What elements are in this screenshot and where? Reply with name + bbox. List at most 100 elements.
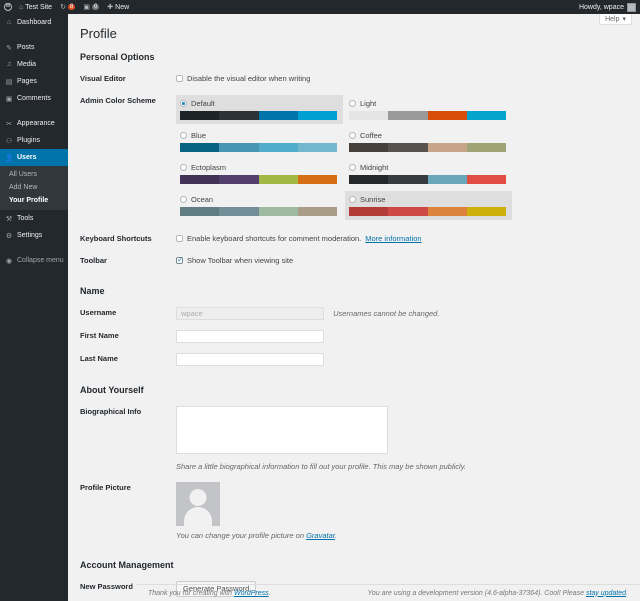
username-label: Username xyxy=(80,302,176,325)
sidebar-subitem-add-new[interactable]: Add New xyxy=(0,181,68,194)
color-scheme-radio-light[interactable] xyxy=(349,100,356,107)
wordpress-link[interactable]: WordPress xyxy=(234,590,269,597)
color-scheme-coffee[interactable]: Coffee xyxy=(345,127,512,156)
color-scheme-name-light: Light xyxy=(360,98,376,109)
dashboard-icon: ⌂ xyxy=(5,19,13,26)
row-last-name: Last Name xyxy=(80,348,628,371)
keyboard-shortcuts-label: Keyboard Shortcuts xyxy=(80,228,176,250)
keyboard-shortcuts-checkbox[interactable] xyxy=(176,235,183,242)
color-scheme-radio-ocean[interactable] xyxy=(180,196,187,203)
last-name-input[interactable] xyxy=(176,353,324,366)
color-scheme-grid: Default Light xyxy=(176,95,628,223)
plugin-icon: ⚇ xyxy=(5,137,13,145)
footer-version-prefix: You are using a development version (4.6… xyxy=(368,590,586,597)
color-scheme-ocean[interactable]: Ocean xyxy=(176,191,343,220)
color-scheme-radio-midnight[interactable] xyxy=(349,164,356,171)
sidebar-item-appearance[interactable]: ✂ Appearance xyxy=(0,115,68,132)
biographical-info-description: Share a little biographical information … xyxy=(176,461,628,472)
color-scheme-palette-midnight xyxy=(349,175,506,184)
username-input xyxy=(176,307,324,320)
sidebar-item-settings[interactable]: ⚙ Settings xyxy=(0,227,68,244)
settings-icon: ⚙ xyxy=(5,232,13,240)
page-title: Profile xyxy=(80,26,628,42)
first-name-input[interactable] xyxy=(176,330,324,343)
biographical-info-textarea[interactable] xyxy=(176,406,388,454)
collapse-menu-label: Collapse menu xyxy=(17,257,64,264)
adminbar-site-name[interactable]: ⌂ Test Site xyxy=(15,0,56,14)
collapse-menu-button[interactable]: ◉ Collapse menu xyxy=(0,252,68,269)
adminbar-my-account[interactable]: Howdy, wpace xyxy=(579,3,640,12)
stay-updated-link[interactable]: stay updated xyxy=(586,590,626,597)
adminbar-comments-count: 0 xyxy=(92,4,99,10)
gravatar-link[interactable]: Gravatar xyxy=(306,531,335,540)
sidebar-submenu-users: All Users Add New Your Profile xyxy=(0,166,68,210)
adminbar-new-content[interactable]: ✚ New xyxy=(103,0,133,14)
color-scheme-sunrise[interactable]: Sunrise xyxy=(345,191,512,220)
about-table: Biographical Info Share a little biograp… xyxy=(80,401,628,546)
help-tab-button[interactable]: Help ▾ xyxy=(599,14,632,25)
brush-icon: ✂ xyxy=(5,120,13,128)
color-scheme-midnight[interactable]: Midnight xyxy=(345,159,512,188)
footer-version: You are using a development version (4.6… xyxy=(368,590,628,597)
visual-editor-checkbox-label: Disable the visual editor when writing xyxy=(187,73,310,84)
sidebar-item-users[interactable]: 👤 Users xyxy=(0,149,68,166)
keyboard-shortcuts-checkbox-row[interactable]: Enable keyboard shortcuts for comment mo… xyxy=(176,233,628,244)
toolbar-label: Toolbar xyxy=(80,250,176,272)
row-first-name: First Name xyxy=(80,325,628,348)
admin-bar: ⌂ Test Site ↻ 8 ▣ 0 ✚ New Howdy, wpace xyxy=(0,0,640,14)
visual-editor-checkbox[interactable] xyxy=(176,75,183,82)
color-scheme-radio-default[interactable] xyxy=(180,100,187,107)
plus-icon: ✚ xyxy=(107,4,113,11)
color-scheme-radio-ectoplasm[interactable] xyxy=(180,164,187,171)
menu-separator xyxy=(0,244,68,252)
profile-picture-label: Profile Picture xyxy=(80,477,176,546)
toolbar-checkbox-row[interactable]: Show Toolbar when viewing site xyxy=(176,255,628,266)
main-content: Help ▾ Profile Personal Options Visual E… xyxy=(68,14,640,601)
sidebar-item-dashboard[interactable]: ⌂ Dashboard xyxy=(0,14,68,31)
color-scheme-radio-coffee[interactable] xyxy=(349,132,356,139)
color-scheme-radio-blue[interactable] xyxy=(180,132,187,139)
keyboard-shortcuts-checkbox-label: Enable keyboard shortcuts for comment mo… xyxy=(187,233,361,244)
profile-picture-description-prefix: You can change your profile picture on xyxy=(176,531,306,540)
tools-icon: ⚒ xyxy=(5,215,13,223)
keyboard-shortcuts-more-info-link[interactable]: More information xyxy=(365,233,421,244)
sidebar-item-label: Media xyxy=(17,61,36,68)
sidebar-item-tools[interactable]: ⚒ Tools xyxy=(0,210,68,227)
sidebar-item-posts[interactable]: ✎ Posts xyxy=(0,39,68,56)
sidebar-item-pages[interactable]: ▤ Pages xyxy=(0,73,68,90)
biographical-info-label: Biographical Info xyxy=(80,401,176,477)
sidebar-item-comments[interactable]: ▣ Comments xyxy=(0,90,68,107)
color-scheme-palette-sunrise xyxy=(349,207,506,216)
row-admin-color-scheme: Admin Color Scheme Default xyxy=(80,90,628,228)
sidebar-item-label: Dashboard xyxy=(17,19,51,26)
sidebar-item-label: Pages xyxy=(17,78,37,85)
color-scheme-blue[interactable]: Blue xyxy=(176,127,343,156)
adminbar-wp-logo[interactable] xyxy=(0,0,15,14)
color-scheme-light[interactable]: Light xyxy=(345,95,512,124)
adminbar-updates[interactable]: ↻ 8 xyxy=(56,0,79,14)
toolbar-checkbox[interactable] xyxy=(176,257,183,264)
row-keyboard-shortcuts: Keyboard Shortcuts Enable keyboard short… xyxy=(80,228,628,250)
profile-picture-description: You can change your profile picture on G… xyxy=(176,530,628,541)
updates-icon: ↻ xyxy=(60,4,66,11)
section-about-yourself: About Yourself xyxy=(80,385,628,395)
chevron-down-icon: ▾ xyxy=(622,15,626,23)
color-scheme-name-coffee: Coffee xyxy=(360,130,382,141)
sidebar-subitem-all-users[interactable]: All Users xyxy=(0,168,68,181)
visual-editor-checkbox-row[interactable]: Disable the visual editor when writing xyxy=(176,73,628,84)
adminbar-comments[interactable]: ▣ 0 xyxy=(79,0,103,14)
sidebar-subitem-your-profile[interactable]: Your Profile xyxy=(0,194,68,207)
sidebar-item-media[interactable]: ♫ Media xyxy=(0,56,68,73)
sidebar-item-plugins[interactable]: ⚇ Plugins xyxy=(0,132,68,149)
color-scheme-name-blue: Blue xyxy=(191,130,206,141)
adminbar-new-label: New xyxy=(115,4,129,11)
admin-color-scheme-label: Admin Color Scheme xyxy=(80,90,176,228)
comment-bubble-icon: ▣ xyxy=(83,4,90,11)
color-scheme-radio-sunrise[interactable] xyxy=(349,196,356,203)
sidebar-item-label: Plugins xyxy=(17,137,40,144)
admin-sidebar-menu: ⌂ Dashboard ✎ Posts ♫ Media ▤ Pages ▣ Co… xyxy=(0,14,68,601)
color-scheme-ectoplasm[interactable]: Ectoplasm xyxy=(176,159,343,188)
color-scheme-default[interactable]: Default xyxy=(176,95,343,124)
sidebar-item-label: Users xyxy=(17,154,36,161)
menu-separator xyxy=(0,31,68,39)
